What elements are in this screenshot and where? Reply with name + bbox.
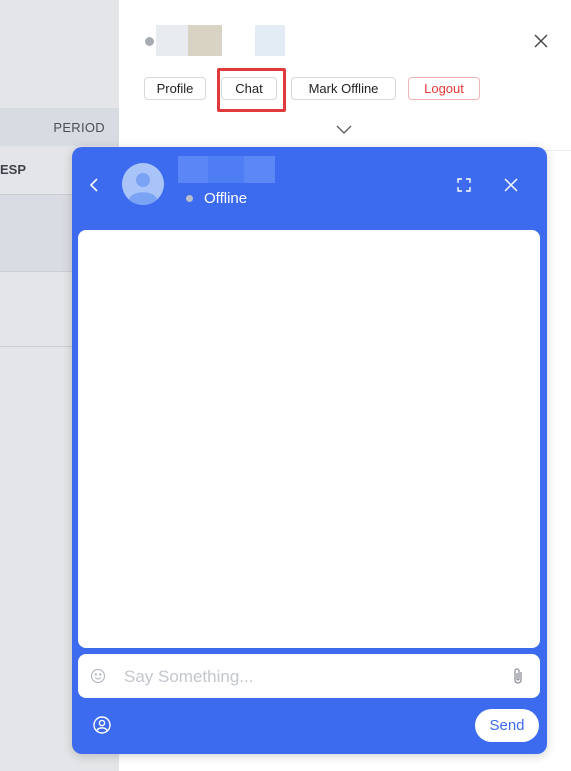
message-composer (78, 654, 540, 698)
status-text: Offline (204, 190, 248, 207)
redacted-block (188, 25, 222, 56)
close-icon[interactable] (503, 177, 519, 193)
row-label: ESP (0, 162, 27, 177)
user-circle-icon[interactable] (93, 716, 111, 734)
profile-button[interactable]: Profile (144, 77, 206, 100)
fullscreen-icon[interactable] (456, 177, 472, 193)
chat-window: Offline Sen (72, 147, 547, 754)
close-icon[interactable] (530, 30, 552, 52)
message-area[interactable] (78, 230, 540, 648)
chevron-down-icon[interactable] (336, 122, 352, 134)
contact-name-redacted (178, 156, 275, 183)
table-header-row: PERIOD (0, 108, 119, 146)
message-input[interactable] (122, 662, 496, 692)
redacted-block (156, 25, 188, 56)
redacted-block (255, 25, 285, 56)
send-button[interactable]: Send (475, 709, 539, 742)
avatar (122, 163, 164, 205)
chat-button[interactable]: Chat (221, 77, 277, 100)
column-header-period: PERIOD (53, 120, 105, 135)
emoji-icon[interactable] (90, 668, 106, 684)
presence-dot (145, 37, 154, 46)
contact-status: Offline (186, 190, 247, 207)
chevron-left-icon[interactable] (87, 176, 101, 194)
logout-button[interactable]: Logout (408, 77, 480, 100)
status-dot (186, 195, 193, 202)
mark-offline-button[interactable]: Mark Offline (291, 77, 396, 100)
paperclip-icon[interactable] (512, 666, 524, 686)
